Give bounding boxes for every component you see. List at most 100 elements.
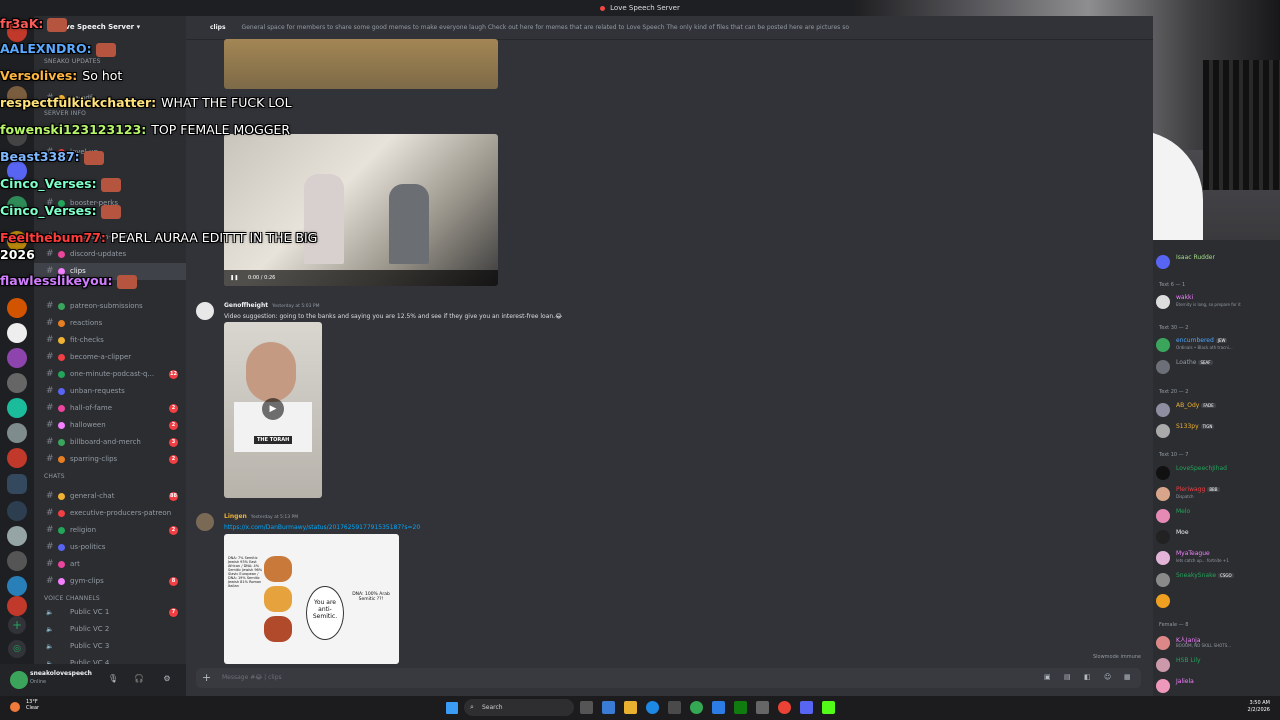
sticker-icon[interactable]: ◧ — [1084, 673, 1094, 683]
member-row[interactable]: encumbered JEW Ordinals • Black ath tracni… — [1156, 336, 1278, 354]
member-row[interactable]: K人Janja BOOOM, NO SKILL SHOTS... — [1156, 634, 1278, 652]
server-name-header[interactable]: Love Speech Server ▾ — [34, 16, 186, 38]
chrome-icon[interactable] — [690, 701, 703, 714]
system-clock[interactable]: 3:50 AM 2/2/2026 — [1248, 700, 1270, 714]
xbox-icon[interactable] — [734, 701, 747, 714]
avatar[interactable] — [1156, 255, 1170, 269]
avatar[interactable] — [1156, 466, 1170, 480]
gear-icon[interactable]: ⚙ — [162, 674, 172, 684]
channel-item[interactable]: # billboard-and-merch 3 — [34, 434, 186, 451]
taskbar-search[interactable]: ⌕ Search — [464, 699, 574, 716]
channel-item[interactable]: # booster-perks — [34, 195, 186, 212]
voice-channel-item[interactable]: 🔈 Public VC 3 — [34, 638, 186, 655]
member-row[interactable]: S133py TIGN — [1156, 422, 1278, 440]
channel-category[interactable]: VOICE CHANNELS — [44, 595, 100, 602]
channel-item[interactable]: # level-up — [34, 144, 186, 161]
avatar[interactable] — [1156, 658, 1170, 672]
avatar[interactable] — [196, 513, 214, 531]
avatar[interactable] — [1156, 594, 1170, 608]
add-server-icon[interactable]: + — [8, 616, 26, 634]
channel-item[interactable]: # ye-pdf — [34, 90, 186, 107]
avatar[interactable] — [1156, 636, 1170, 650]
store-icon[interactable] — [668, 701, 681, 714]
weather-icon[interactable] — [10, 702, 20, 712]
channel-item[interactable]: # clips — [34, 263, 186, 280]
channel-item[interactable]: # become-a-clipper — [34, 349, 186, 366]
server-icon[interactable] — [7, 576, 27, 596]
channel-item[interactable]: # general-chat 88 — [34, 488, 186, 505]
server-icon[interactable] — [7, 501, 27, 521]
server-icon[interactable] — [7, 298, 27, 318]
server-icon[interactable] — [7, 22, 27, 42]
gift-icon[interactable]: ▣ — [1044, 673, 1054, 683]
member-row[interactable]: Melo — [1156, 507, 1278, 525]
server-icon[interactable] — [7, 86, 27, 106]
channel-item[interactable]: # religion 2 — [34, 522, 186, 539]
server-icon[interactable] — [7, 373, 27, 393]
server-icon[interactable] — [7, 196, 27, 216]
server-icon[interactable] — [7, 448, 27, 468]
channel-item[interactable]: # suggestion-submit — [34, 229, 186, 246]
mic-icon[interactable]: 🎙 — [108, 674, 118, 684]
play-icon[interactable]: ▶ — [262, 398, 284, 420]
member-row[interactable]: MyaTeague lets catch up... fortnite +1 — [1156, 549, 1278, 567]
channel-item[interactable]: # reactions — [34, 315, 186, 332]
file-explorer-icon[interactable] — [624, 701, 637, 714]
start-icon[interactable] — [446, 702, 458, 714]
channel-item[interactable]: # sparring-clips 2 — [34, 451, 186, 468]
member-row[interactable]: wakki Eternity is long, so prepare for it — [1156, 293, 1278, 311]
server-icon[interactable] — [7, 126, 27, 146]
member-row[interactable] — [1156, 592, 1278, 610]
member-row[interactable]: AB_Ody FADE — [1156, 401, 1278, 419]
task-view-icon[interactable] — [580, 701, 593, 714]
app-icon[interactable] — [778, 701, 791, 714]
gif-icon[interactable]: ▤ — [1064, 673, 1074, 683]
app-icon[interactable] — [712, 701, 725, 714]
member-row[interactable]: HSB Lily — [1156, 656, 1278, 674]
member-row[interactable]: Moe — [1156, 528, 1278, 546]
channel-item[interactable]: # executive-producers-patreon — [34, 505, 186, 522]
message-input[interactable]: Message #😂 | clips — [196, 668, 1141, 688]
channel-item[interactable]: # patreon-submissions — [34, 298, 186, 315]
member-row[interactable]: Isaac Rudder — [1156, 253, 1278, 271]
server-icon[interactable] — [7, 423, 27, 443]
edge-icon[interactable] — [646, 701, 659, 714]
app-icon[interactable] — [602, 701, 615, 714]
emoji-icon[interactable]: ☺ — [1104, 673, 1114, 683]
voice-channel-item[interactable]: 🔈 Public VC 4 — [34, 655, 186, 664]
avatar[interactable] — [1156, 530, 1170, 544]
channel-item[interactable]: # discord-updates — [34, 246, 186, 263]
server-icon[interactable] — [7, 551, 27, 571]
pause-icon[interactable]: ❚❚ — [230, 275, 238, 281]
channel-category[interactable]: CHATS — [44, 473, 65, 480]
message-author[interactable]: Genoffheight Yesterday at 5:03 PM — [224, 302, 319, 309]
channel-item[interactable]: # gym-clips 8 — [34, 573, 186, 590]
avatar[interactable] — [1156, 360, 1170, 374]
headphones-icon[interactable]: 🎧 — [134, 674, 144, 684]
channel-item[interactable]: # one-minute-podcast-q... 12 — [34, 366, 186, 383]
channel-item[interactable]: # halloween 2 — [34, 417, 186, 434]
image-attachment[interactable] — [224, 39, 498, 89]
avatar[interactable] — [1156, 679, 1170, 693]
member-row[interactable]: Loathe SEAF — [1156, 358, 1278, 376]
channel-item[interactable]: # hall-of-fame 2 — [34, 400, 186, 417]
avatar[interactable] — [10, 671, 28, 689]
server-icon[interactable] — [7, 231, 27, 251]
kick-icon[interactable] — [822, 701, 835, 714]
avatar[interactable] — [1156, 403, 1170, 417]
video-attachment[interactable]: ❚❚ 0:00 / 0:26 — [224, 134, 498, 286]
server-icon[interactable] — [7, 323, 27, 343]
avatar[interactable] — [1156, 509, 1170, 523]
avatar[interactable] — [1156, 551, 1170, 565]
server-icon[interactable] — [7, 348, 27, 368]
member-row[interactable]: LoveSpeechJihad — [1156, 464, 1278, 482]
avatar[interactable] — [196, 302, 214, 320]
channel-item[interactable]: # fit-checks — [34, 332, 186, 349]
member-row[interactable]: Jaliela — [1156, 677, 1278, 695]
channel-category[interactable]: SNEAKO UPDATES — [44, 58, 101, 65]
discord-icon[interactable] — [800, 701, 813, 714]
message-author[interactable]: Lingen Yesterday at 5:13 PM — [224, 513, 298, 520]
voice-channel-item[interactable]: 🔈 Public VC 2 — [34, 621, 186, 638]
member-row[interactable]: Pleriwagg BBB Dispatch — [1156, 485, 1278, 503]
server-icon[interactable] — [7, 526, 27, 546]
